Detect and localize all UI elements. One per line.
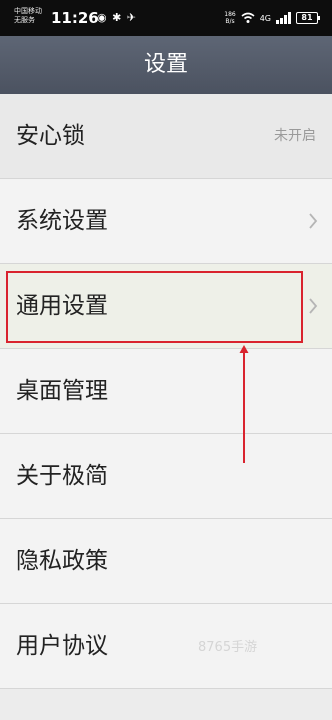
settings-item-desktop[interactable]: 桌面管理 <box>0 349 332 434</box>
page-title: 设置 <box>0 36 332 94</box>
network-type: 4G <box>259 13 271 23</box>
settings-item-label: 关于极简 <box>16 463 108 489</box>
watermark: 8765手游 <box>198 640 258 655</box>
chevron-right-icon <box>309 213 318 229</box>
settings-item-user-agreement[interactable]: 用户协议 <box>0 604 332 689</box>
settings-item-label: 安心锁 <box>16 123 85 149</box>
settings-item-label: 桌面管理 <box>16 378 108 404</box>
carrier-status: 无服务 <box>14 16 35 24</box>
network-speed-value: 186 <box>224 11 236 18</box>
chevron-right-icon <box>309 298 318 314</box>
network-speed: 186 B/s <box>224 11 235 25</box>
signal-icon <box>276 12 291 24</box>
annotation-highlight-box <box>6 271 303 343</box>
carrier-info: 中国移动 无服务 <box>14 7 42 25</box>
clock: 11:26 <box>51 9 99 27</box>
settings-item-about[interactable]: 关于极简 <box>0 434 332 519</box>
settings-item-system[interactable]: 系统设置 <box>0 179 332 264</box>
arrow-up-icon <box>239 345 249 463</box>
settings-item-label: 用户协议 <box>16 633 108 659</box>
network-speed-unit: B/s <box>225 18 235 25</box>
settings-item-label: 隐私政策 <box>16 548 108 574</box>
settings-item-label: 系统设置 <box>16 208 108 234</box>
settings-list: 安心锁 未开启 系统设置 通用设置 桌面管理 关于极简 隐私政策 用户协议 <box>0 94 332 689</box>
settings-item-status: 未开启 <box>274 128 316 144</box>
settings-item-security-lock[interactable]: 安心锁 未开启 <box>0 94 332 179</box>
settings-item-privacy[interactable]: 隐私政策 <box>0 519 332 604</box>
battery-icon: 81 <box>296 12 320 24</box>
notification-icons: ◉ ✱ ✈ <box>97 11 138 24</box>
system-icons: 186 B/s 4G 81 <box>224 9 320 27</box>
status-bar: 中国移动 无服务 11:26 ◉ ✱ ✈ 186 B/s 4G 81 <box>0 0 332 36</box>
carrier-name: 中国移动 <box>14 7 42 15</box>
wifi-icon <box>241 12 255 23</box>
